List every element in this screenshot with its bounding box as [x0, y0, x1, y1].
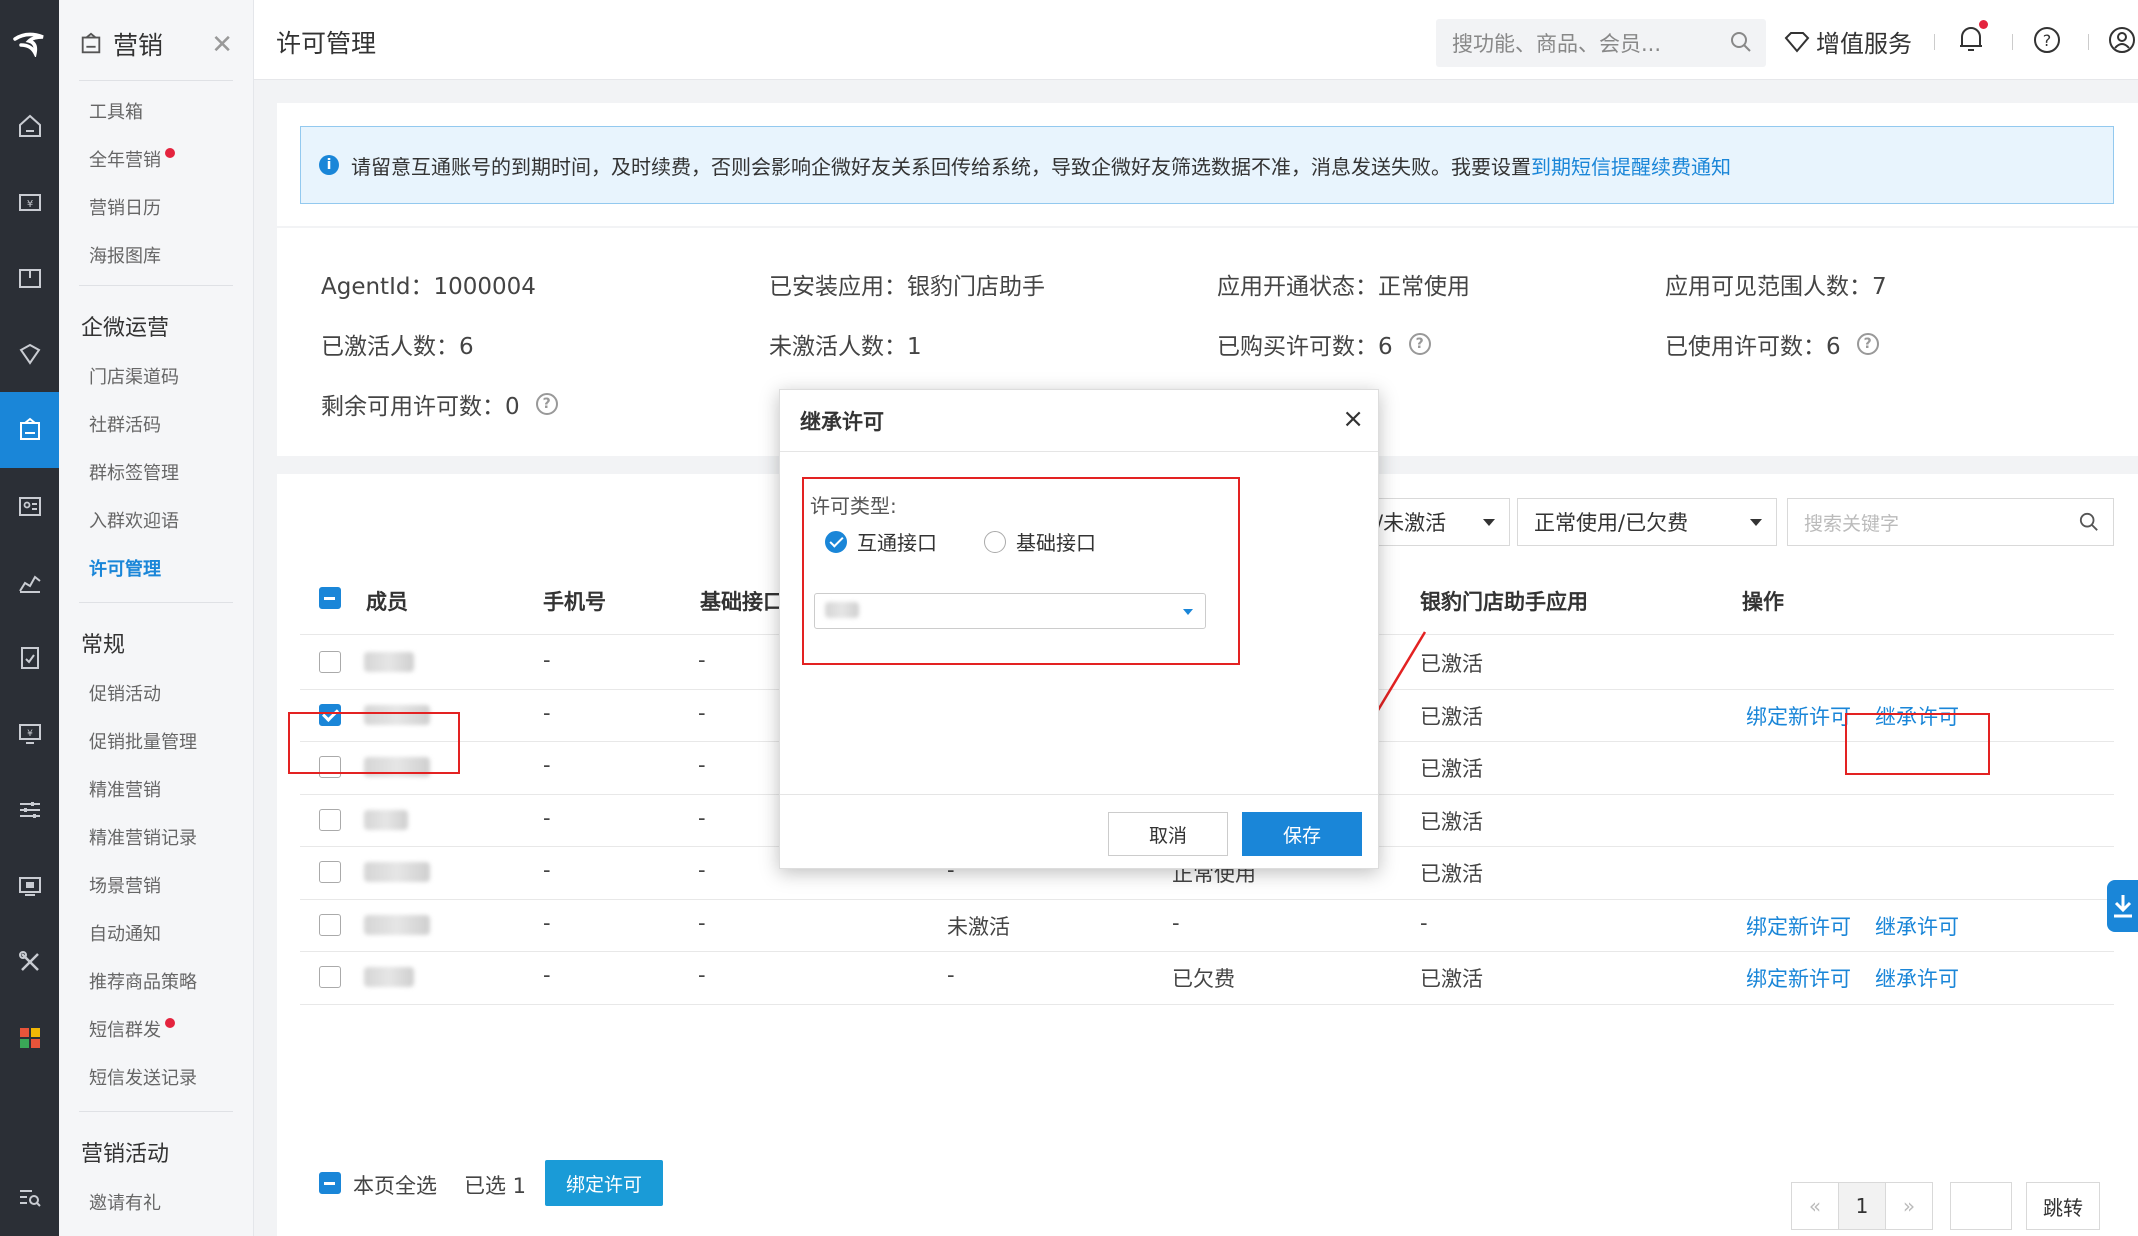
save-button[interactable]: 保存	[1242, 812, 1362, 856]
cancel-button[interactable]: 取消	[1108, 812, 1228, 856]
dialog-title: 继承许可	[780, 390, 1378, 452]
annotation-box-license-type	[802, 477, 1240, 665]
dialog-close-icon[interactable]: ×	[1342, 404, 1364, 434]
divider	[780, 794, 1378, 795]
